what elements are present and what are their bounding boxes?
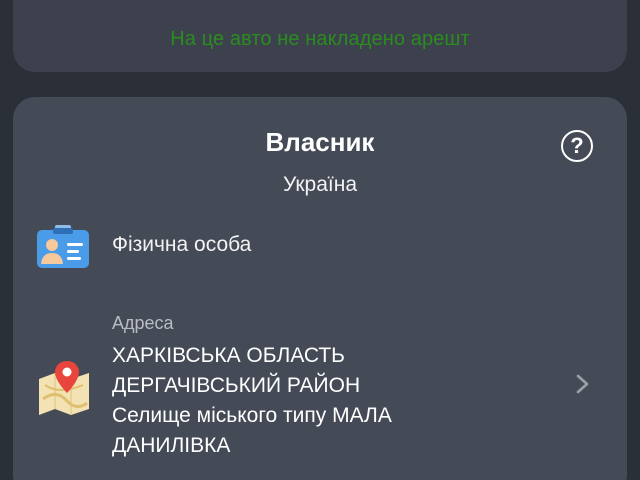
owner-country: Україна bbox=[282, 173, 358, 196]
id-card-icon bbox=[37, 225, 89, 268]
person-type-label: Фізична особа bbox=[112, 233, 252, 256]
map-pin-icon bbox=[39, 361, 89, 415]
address-row[interactable]: Адреса ХАРКІВСЬКА ОБЛАСТЬ ДЕРГАЧІВСЬКИЙ … bbox=[37, 309, 607, 469]
address-text: ХАРКІВСЬКА ОБЛАСТЬ ДЕРГАЧІВСЬКИЙ РАЙОН С… bbox=[112, 341, 532, 461]
person-type-row: Фізична особа bbox=[37, 225, 597, 275]
arrest-status-text: На це авто не накладено арешт bbox=[170, 28, 470, 50]
address-line: Селище міського типу МАЛА bbox=[112, 404, 392, 427]
address-line: ХАРКІВСЬКА ОБЛАСТЬ bbox=[112, 344, 345, 367]
address-line: ДАНИЛІВКА bbox=[112, 434, 231, 457]
vehicle-info-screen: На це авто не накладено арешт Власник ? … bbox=[0, 0, 640, 480]
chevron-right-icon[interactable] bbox=[573, 369, 593, 399]
address-caption: Адреса bbox=[112, 313, 174, 333]
arrest-status-card: На це авто не накладено арешт bbox=[13, 0, 627, 72]
question-circle-icon[interactable]: ? bbox=[561, 130, 593, 162]
address-line: ДЕРГАЧІВСЬКИЙ РАЙОН bbox=[112, 374, 361, 397]
owner-card: Власник ? Україна Фізична особа Адреса Х… bbox=[13, 97, 627, 480]
owner-title: Власник bbox=[265, 127, 375, 157]
